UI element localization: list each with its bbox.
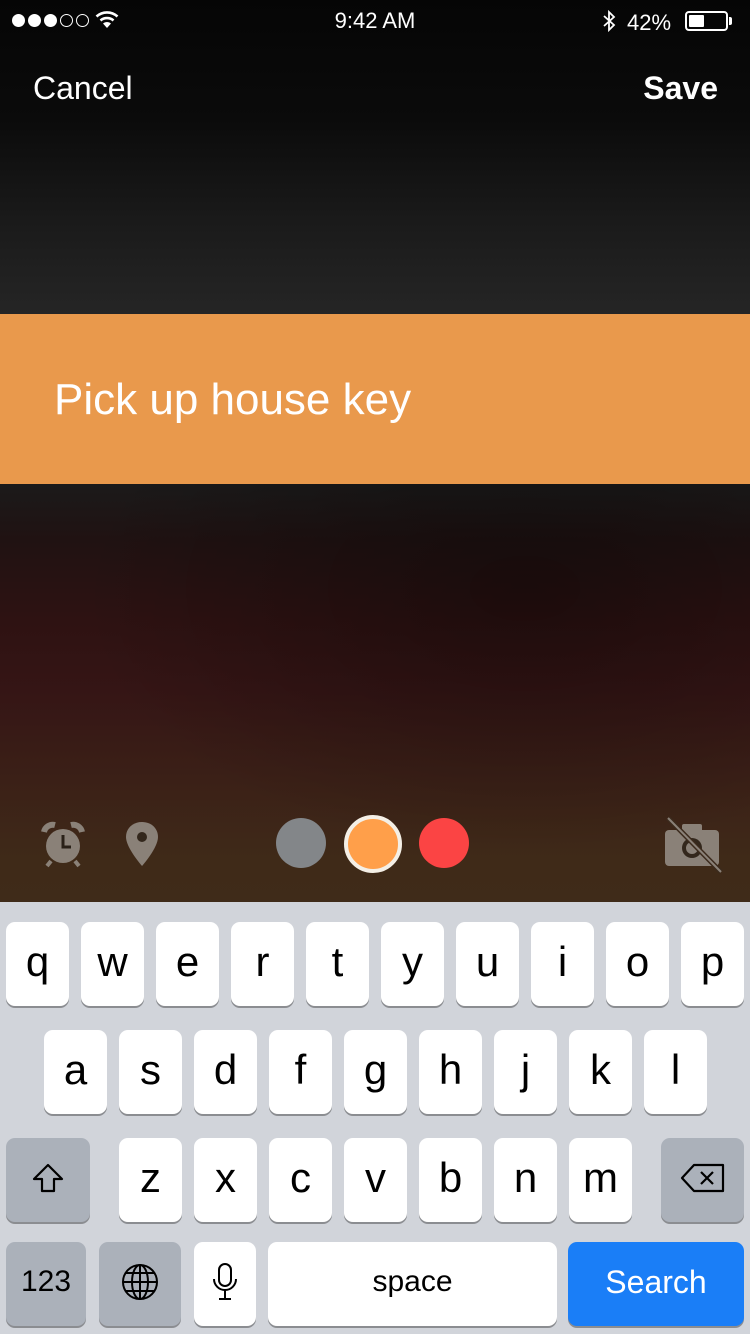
battery-level-fill: [689, 15, 704, 27]
backspace-icon: [680, 1163, 724, 1193]
screen: 9:42 AM 42% Cancel Save Pick up house ke…: [0, 0, 750, 1334]
key-j[interactable]: j: [494, 1030, 557, 1114]
key-w[interactable]: w: [81, 922, 144, 1006]
key-o[interactable]: o: [606, 922, 669, 1006]
microphone-icon: [213, 1263, 237, 1300]
shift-icon: [32, 1163, 64, 1193]
key-r[interactable]: r: [231, 922, 294, 1006]
key-d[interactable]: d: [194, 1030, 257, 1114]
globe-icon: [122, 1264, 158, 1300]
key-u[interactable]: u: [456, 922, 519, 1006]
key-h[interactable]: h: [419, 1030, 482, 1114]
battery-percentage: 42%: [627, 10, 672, 35]
task-band: [0, 314, 750, 484]
key-b[interactable]: b: [419, 1138, 482, 1222]
key-c[interactable]: c: [269, 1138, 332, 1222]
search-key[interactable]: Search: [568, 1242, 744, 1326]
key-g[interactable]: g: [344, 1030, 407, 1114]
delete-key[interactable]: [661, 1138, 744, 1222]
key-f[interactable]: f: [269, 1030, 332, 1114]
battery-cap: [729, 17, 732, 25]
key-s[interactable]: s: [119, 1030, 182, 1114]
location-pin-icon[interactable]: [124, 820, 160, 868]
cancel-button[interactable]: Cancel: [33, 70, 133, 107]
key-l[interactable]: l: [644, 1030, 707, 1114]
keyboard: q w e r t y u i o p a s d f g h j k l z …: [0, 902, 750, 1334]
key-z[interactable]: z: [119, 1138, 182, 1222]
numbers-key[interactable]: 123: [6, 1242, 86, 1326]
alarm-clock-icon[interactable]: [38, 820, 88, 868]
key-p[interactable]: p: [681, 922, 744, 1006]
status-bar: 9:42 AM 42%: [0, 0, 750, 40]
shift-key[interactable]: [6, 1138, 90, 1222]
save-button[interactable]: Save: [643, 70, 718, 107]
key-n[interactable]: n: [494, 1138, 557, 1222]
space-key[interactable]: space: [268, 1242, 557, 1326]
task-title-input[interactable]: [54, 372, 704, 428]
key-y[interactable]: y: [381, 922, 444, 1006]
key-i[interactable]: i: [531, 922, 594, 1006]
key-m[interactable]: m: [569, 1138, 632, 1222]
key-a[interactable]: a: [44, 1030, 107, 1114]
key-x[interactable]: x: [194, 1138, 257, 1222]
key-e[interactable]: e: [156, 922, 219, 1006]
dictation-key[interactable]: [194, 1242, 256, 1326]
key-v[interactable]: v: [344, 1138, 407, 1222]
bluetooth-icon: [603, 9, 616, 33]
key-k[interactable]: k: [569, 1030, 632, 1114]
globe-key[interactable]: [99, 1242, 181, 1326]
key-t[interactable]: t: [306, 922, 369, 1006]
color-swatch-orange[interactable]: [344, 815, 402, 873]
color-swatch-gray[interactable]: [276, 818, 326, 868]
color-swatch-red[interactable]: [419, 818, 469, 868]
battery-icon: [685, 11, 728, 31]
camera-off-icon[interactable]: [662, 815, 724, 875]
key-q[interactable]: q: [6, 922, 69, 1006]
